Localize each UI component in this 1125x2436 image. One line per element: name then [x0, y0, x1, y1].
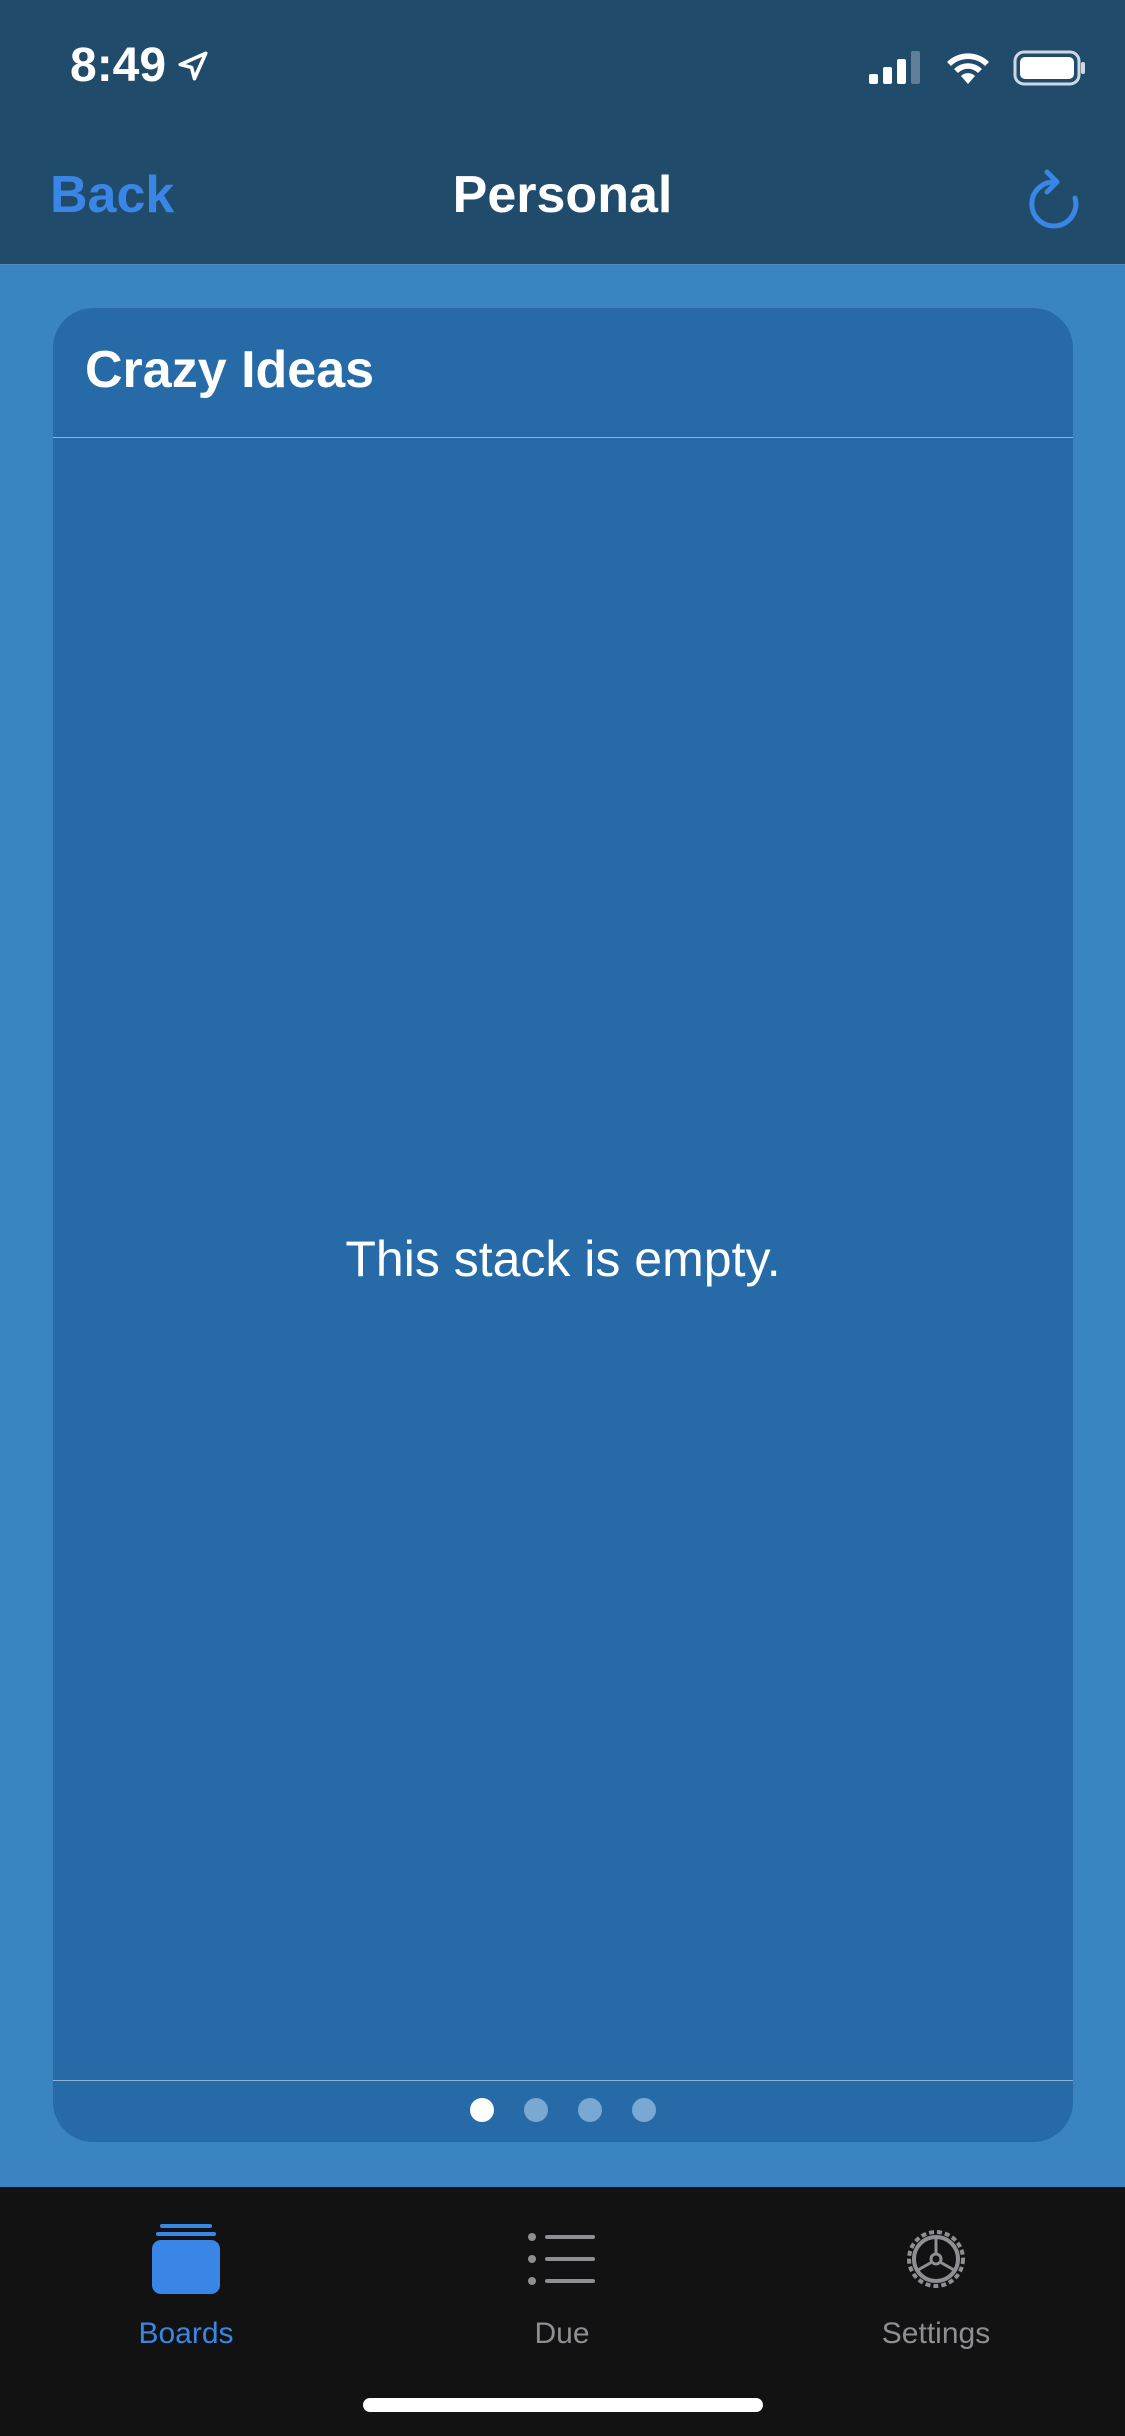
status-time-label: 8:49 [70, 39, 167, 92]
tab-due[interactable]: Due [412, 2209, 712, 2351]
battery-icon [1013, 50, 1085, 86]
tab-due-label: Due [534, 2317, 590, 2350]
stack-title: Crazy Ideas [85, 341, 375, 399]
cellular-signal-icon [869, 51, 920, 84]
page-dot-3[interactable] [578, 2098, 602, 2122]
empty-stack-message: This stack is empty. [345, 1231, 781, 1287]
page-indicator[interactable] [53, 2098, 1073, 2122]
tab-settings-label: Settings [881, 2317, 991, 2350]
page-dot-2[interactable] [524, 2098, 548, 2122]
page-dot-4[interactable] [632, 2098, 656, 2122]
boards-icon [152, 2224, 220, 2294]
refresh-icon[interactable] [1025, 168, 1085, 232]
card-divider [53, 437, 1073, 438]
gear-icon [907, 2230, 965, 2288]
stack-card[interactable]: Crazy Ideas This stack is empty. [53, 308, 1073, 2142]
list-icon [528, 2233, 595, 2285]
card-divider [53, 2080, 1073, 2081]
page-dot-1[interactable] [470, 2098, 494, 2122]
tab-boards[interactable]: Boards [36, 2209, 336, 2351]
tab-boards-label: Boards [138, 2317, 234, 2350]
home-indicator[interactable] [363, 2398, 763, 2412]
status-time: 8:49 [70, 38, 210, 93]
tab-settings[interactable]: Settings [786, 2209, 1086, 2351]
location-arrow-icon [178, 50, 208, 81]
status-indicators [867, 50, 1087, 86]
back-button[interactable]: Back [50, 165, 174, 225]
wifi-icon [947, 53, 989, 84]
top-bar: 8:49 Back Personal [0, 0, 1125, 265]
